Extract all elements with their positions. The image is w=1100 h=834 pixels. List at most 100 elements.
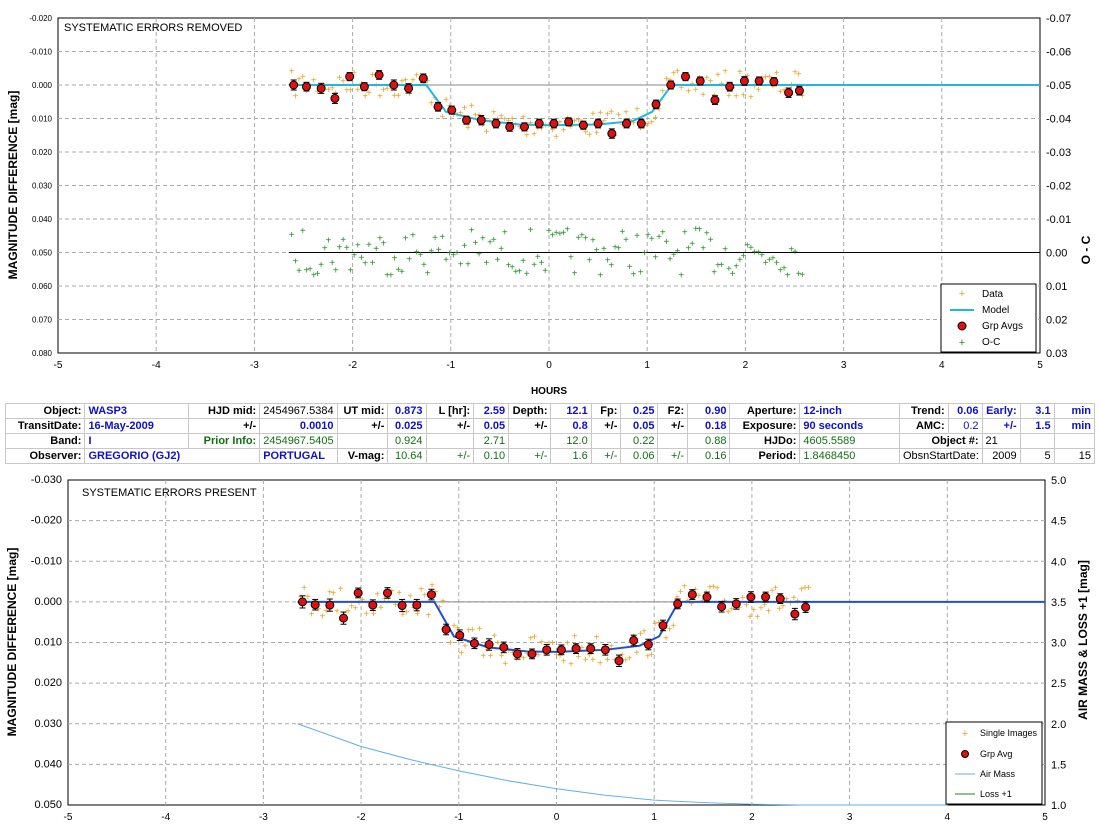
trend-value: 0.06 — [947, 403, 983, 419]
y-tick-label: -0.030 — [31, 474, 62, 486]
group-average-point — [571, 644, 581, 654]
f2-value: 0.90 — [687, 403, 731, 419]
oc-point: + — [664, 237, 670, 248]
oc-point: + — [392, 254, 398, 265]
data-point: + — [338, 584, 344, 595]
ut-mid-label: UT mid: — [336, 403, 389, 419]
oc-point: + — [583, 234, 589, 245]
y-tick-label: 0.020 — [34, 677, 62, 689]
data-point: + — [477, 624, 483, 635]
group-average-point — [512, 649, 522, 659]
oc-point: + — [362, 259, 368, 270]
y-tick-label: 0.040 — [32, 215, 53, 224]
prior-f2-value: 0.88 — [687, 433, 731, 449]
data-point: + — [374, 589, 380, 600]
aperture-label: Aperture: — [729, 403, 801, 419]
oc-point: + — [616, 244, 622, 255]
pm-label: +/- — [425, 418, 475, 434]
group-average-point — [345, 72, 355, 82]
oc-point: + — [741, 251, 747, 262]
vmag-value: 10.64 — [387, 448, 427, 464]
data-point: + — [670, 621, 676, 632]
data-point: + — [590, 109, 596, 120]
bottom-y-axis-label: MAGNITUDE DIFFERENCE [mag] — [5, 548, 19, 737]
oc-point: + — [370, 258, 376, 269]
top-legend-data: Data — [982, 289, 1004, 300]
hjd-err-value: 0.0010 — [259, 418, 338, 434]
oc-point: + — [652, 252, 658, 263]
y2-tick-label: -0.07 — [1046, 13, 1071, 25]
oc-point: + — [465, 259, 471, 270]
prior-fp-value: 0.22 — [620, 433, 659, 449]
group-average-point — [549, 119, 559, 129]
group-average-point — [469, 638, 479, 648]
band-label: Band: — [4, 433, 86, 449]
data-point: + — [532, 632, 538, 643]
oc-point: + — [678, 271, 684, 282]
group-average-point — [289, 80, 299, 90]
data-point: + — [568, 659, 574, 670]
oc-point: + — [572, 268, 578, 279]
group-average-point — [339, 613, 349, 623]
x-tick-label: -4 — [161, 812, 170, 823]
oc-point: + — [410, 230, 416, 241]
oc-point: + — [403, 233, 409, 244]
oc-point: + — [432, 233, 438, 244]
pm-label: +/- — [657, 418, 689, 434]
oc-point: + — [289, 230, 295, 241]
oc-point: + — [388, 271, 394, 282]
oc-point: + — [348, 266, 354, 277]
top-light-curve-chart: -5 -4 -3 -2 -1 0 1 2 3 4 5 -0.020 -0.010 0.000 0.010 0.… — [6, 13, 1093, 397]
bottom-y2-axis-label: AIR MASS & LOSS +1 [mag] — [1076, 560, 1090, 720]
x-tick-label: -3 — [259, 812, 268, 823]
y-tick-label: 0.000 — [32, 81, 53, 90]
group-average-point — [397, 601, 407, 611]
legend-plus-icon: + — [959, 288, 965, 300]
bottom-legend-single: Single Images — [980, 728, 1038, 738]
obsn-year: 2009 — [981, 448, 1021, 464]
oc-point: + — [792, 247, 798, 258]
data-point: + — [755, 85, 761, 96]
oc-point: + — [634, 231, 640, 242]
group-average-point — [476, 115, 486, 125]
group-average-point — [297, 597, 307, 607]
bottom-light-curve-chart: -5 -4 -3 -2 -1 0 1 2 3 4 5 -0.030 -0.020 -0.010 0.000 0… — [5, 474, 1090, 823]
data-point: + — [700, 90, 706, 101]
early-err-value: 1.5 — [1019, 418, 1055, 434]
data-point: + — [553, 132, 559, 143]
pm-label: +/- — [425, 448, 475, 464]
info-row-3: Band: I Prior Info: 2454967.5405 0.924 2… — [4, 433, 1096, 449]
x-tick-label: 0 — [554, 812, 560, 823]
x-tick-label: 1 — [644, 360, 650, 371]
oc-point: + — [608, 260, 614, 271]
oc-point: + — [381, 239, 387, 250]
group-average-point — [739, 76, 749, 86]
group-average-point — [593, 119, 603, 129]
data-point: + — [605, 655, 611, 666]
pm-label: +/- — [590, 448, 622, 464]
oc-point: + — [461, 241, 467, 252]
hjdo-value: 4605.5589 — [799, 433, 900, 449]
group-average-point — [725, 82, 735, 92]
y-tick-label: -0.020 — [29, 14, 52, 23]
oc-point: + — [472, 238, 478, 249]
oc-point: + — [520, 256, 526, 267]
data-point: + — [300, 72, 306, 83]
group-average-point — [418, 73, 428, 83]
oc-point: + — [344, 243, 350, 254]
data-point: + — [634, 648, 640, 659]
pm-label: +/- — [336, 418, 389, 434]
oc-point: + — [675, 247, 681, 258]
bottom-legend: + Single Images Grp Avg Air Mass Loss +1 — [945, 721, 1043, 805]
y-tick-label: 0.020 — [32, 148, 53, 157]
data-point: + — [675, 67, 681, 78]
group-average-point — [673, 599, 683, 609]
object-num-label: Object #: — [898, 433, 983, 449]
ut-mid-value: 0.873 — [387, 403, 427, 419]
early-unit: min — [1053, 403, 1096, 419]
group-average-point — [746, 592, 756, 602]
obsn-month: 5 — [1019, 448, 1055, 464]
y-tick-label: 0.050 — [34, 799, 62, 811]
group-average-point — [643, 640, 653, 650]
group-average-point — [769, 77, 779, 87]
